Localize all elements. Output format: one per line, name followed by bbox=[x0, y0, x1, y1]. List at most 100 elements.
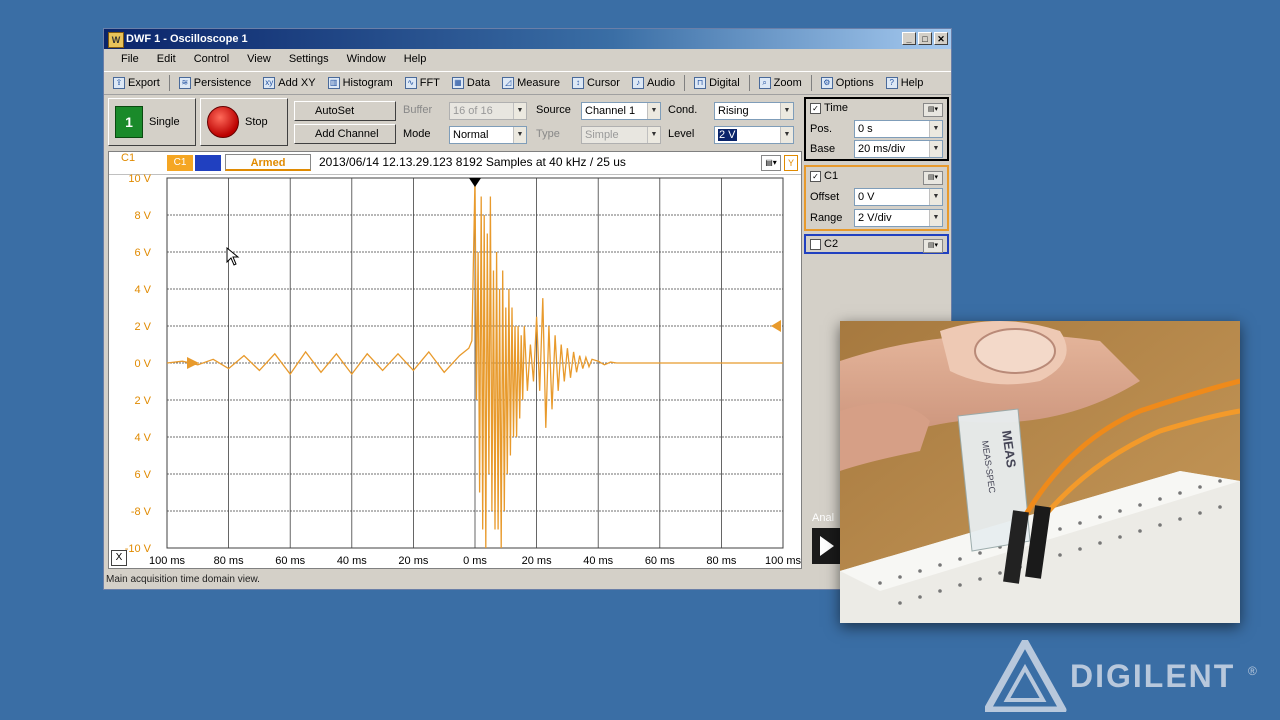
options-button[interactable]: ⚙ Options bbox=[816, 73, 879, 93]
fft-icon: ∿ bbox=[404, 77, 417, 89]
histogram-icon: ▥ bbox=[327, 77, 340, 89]
cursor-button[interactable]: ↕ Cursor bbox=[567, 73, 625, 93]
c1-panel: ✓ C1 ▤▾ Offset 0 V ▼ Range 2 V/div ▼ bbox=[804, 165, 949, 231]
cond-label: Cond. bbox=[668, 104, 698, 116]
persistence-icon: ≋ bbox=[178, 77, 191, 89]
maximize-button[interactable]: □ bbox=[918, 32, 932, 45]
c1-title: C1 bbox=[824, 170, 839, 182]
x-tick-label: 60 ms bbox=[275, 555, 305, 567]
y-button[interactable]: Y bbox=[784, 155, 798, 171]
level-input[interactable]: 2 V ▼ bbox=[714, 126, 794, 144]
x-button[interactable]: X bbox=[111, 550, 127, 566]
measure-button[interactable]: ◿ Measure bbox=[497, 73, 565, 93]
audio-button[interactable]: ♪ Audio bbox=[627, 73, 680, 93]
y-tick-label: 4 V bbox=[134, 284, 151, 296]
x-tick-label: 80 ms bbox=[706, 555, 736, 567]
type-select[interactable]: Simple ▼ bbox=[581, 126, 661, 144]
plot-header: C1 C1 Armed 2013/06/14 12.13.29.123 8192… bbox=[109, 152, 801, 175]
menu-control[interactable]: Control bbox=[185, 49, 238, 69]
c1-badge[interactable]: C1 bbox=[167, 155, 193, 171]
mode-select[interactable]: Normal ▼ bbox=[449, 126, 527, 144]
digital-icon: ⊓ bbox=[694, 77, 707, 89]
menu-view[interactable]: View bbox=[238, 49, 280, 69]
x-tick-label: 20 ms bbox=[398, 555, 428, 567]
single-button[interactable]: 1 Single bbox=[108, 98, 196, 146]
title-bar: W DWF 1 - Oscilloscope 1 _ □ ✕ bbox=[104, 29, 951, 49]
measure-icon: ◿ bbox=[502, 77, 515, 89]
add-channel-button[interactable]: Add Channel bbox=[294, 124, 396, 144]
buffer-select[interactable]: 16 of 16 ▼ bbox=[449, 102, 527, 120]
audio-icon: ♪ bbox=[631, 77, 644, 89]
time-base-label: Base bbox=[810, 143, 836, 155]
source-label: Source bbox=[536, 104, 571, 116]
fft-button[interactable]: ∿ FFT bbox=[400, 73, 445, 93]
time-base-input[interactable]: 20 ms/div ▼ bbox=[854, 140, 943, 158]
add-xy-button[interactable]: xy Add XY bbox=[258, 73, 320, 93]
cond-select[interactable]: Rising ▼ bbox=[714, 102, 794, 120]
c2-title: C2 bbox=[824, 238, 839, 250]
breadboard-photo-illustration: MEAS MEAS-SPEC bbox=[840, 321, 1240, 623]
breadboard-photo: MEAS MEAS-SPEC bbox=[840, 321, 1240, 623]
oscilloscope-window: W DWF 1 - Oscilloscope 1 _ □ ✕ File Edit… bbox=[103, 28, 952, 590]
play-icon[interactable] bbox=[812, 528, 840, 564]
time-pos-input[interactable]: 0 s ▼ bbox=[854, 120, 943, 138]
digital-button[interactable]: ⊓ Digital bbox=[689, 73, 745, 93]
autoset-button[interactable]: AutoSet bbox=[294, 101, 396, 121]
export-button[interactable]: ⇪ Export bbox=[108, 73, 165, 93]
c1-menu-icon[interactable]: ▤▾ bbox=[923, 171, 943, 185]
y-tick-label: 0 V bbox=[134, 358, 151, 370]
data-button[interactable]: ▦ Data bbox=[447, 73, 495, 93]
source-select[interactable]: Channel 1 ▼ bbox=[581, 102, 661, 120]
x-tick-label: 0 ms bbox=[463, 555, 487, 567]
buffer-label: Buffer bbox=[403, 104, 433, 116]
time-menu-icon[interactable]: ▤▾ bbox=[923, 103, 943, 117]
menu-help[interactable]: Help bbox=[395, 49, 436, 69]
histogram-button[interactable]: ▥ Histogram bbox=[323, 73, 398, 93]
y-tick-label: 2 V bbox=[134, 321, 151, 333]
plot-menu-icon[interactable]: ▤▾ bbox=[761, 155, 781, 171]
chevron-down-icon: ▼ bbox=[513, 103, 526, 119]
chevron-down-icon: ▼ bbox=[780, 103, 793, 119]
chevron-down-icon: ▼ bbox=[513, 127, 526, 143]
zoom-icon: ⌕ bbox=[758, 77, 771, 89]
data-icon: ▦ bbox=[451, 77, 464, 89]
y-tick-label: 6 V bbox=[134, 247, 151, 259]
c2-menu-icon[interactable]: ▤▾ bbox=[923, 239, 943, 253]
analyzer-label: Anal bbox=[812, 512, 835, 524]
persistence-button[interactable]: ≋ Persistence bbox=[174, 73, 256, 93]
time-title: Time bbox=[824, 102, 849, 114]
chevron-down-icon: ▼ bbox=[647, 103, 660, 119]
stop-icon bbox=[207, 106, 239, 138]
cursor-icon: ↕ bbox=[571, 77, 584, 89]
mouse-pointer-icon bbox=[226, 247, 240, 266]
app-icon: W bbox=[108, 32, 124, 48]
chevron-down-icon: ▼ bbox=[929, 121, 942, 137]
close-button[interactable]: ✕ bbox=[934, 32, 948, 45]
menu-edit[interactable]: Edit bbox=[148, 49, 185, 69]
menu-bar: File Edit Control View Settings Window H… bbox=[104, 49, 951, 69]
status-bar: Main acquisition time domain view. bbox=[106, 574, 260, 585]
single-icon: 1 bbox=[115, 106, 143, 138]
window-title: DWF 1 - Oscilloscope 1 bbox=[126, 33, 248, 45]
c2-panel: C2 ▤▾ bbox=[804, 234, 949, 254]
minimize-button[interactable]: _ bbox=[902, 32, 916, 45]
y-tick-label: 8 V bbox=[134, 210, 151, 222]
c1-checkbox[interactable]: ✓ bbox=[810, 170, 821, 182]
menu-file[interactable]: File bbox=[112, 49, 148, 69]
c2-badge[interactable] bbox=[195, 155, 221, 171]
stop-button[interactable]: Stop bbox=[200, 98, 288, 146]
menu-settings[interactable]: Settings bbox=[280, 49, 338, 69]
help-button[interactable]: ? Help bbox=[881, 73, 929, 93]
c1-offset-input[interactable]: 0 V ▼ bbox=[854, 188, 943, 206]
export-icon: ⇪ bbox=[113, 77, 125, 89]
c1-range-input[interactable]: 2 V/div ▼ bbox=[854, 209, 943, 227]
menu-window[interactable]: Window bbox=[338, 49, 395, 69]
acquisition-state: Armed bbox=[225, 154, 311, 171]
chevron-down-icon: ▼ bbox=[929, 141, 942, 157]
time-checkbox[interactable]: ✓ bbox=[810, 102, 821, 114]
oscilloscope-plot[interactable]: 100 ms 80 ms 60 ms 40 ms 20 ms 0 ms 20 ms 40 ms… bbox=[109, 174, 801, 568]
y-tick-label: -8 V bbox=[131, 506, 152, 518]
time-panel: ✓ Time ▤▾ Pos. 0 s ▼ Base 20 ms/div ▼ bbox=[804, 97, 949, 161]
zoom-button[interactable]: ⌕ Zoom bbox=[754, 73, 807, 93]
c2-checkbox[interactable] bbox=[810, 238, 821, 250]
